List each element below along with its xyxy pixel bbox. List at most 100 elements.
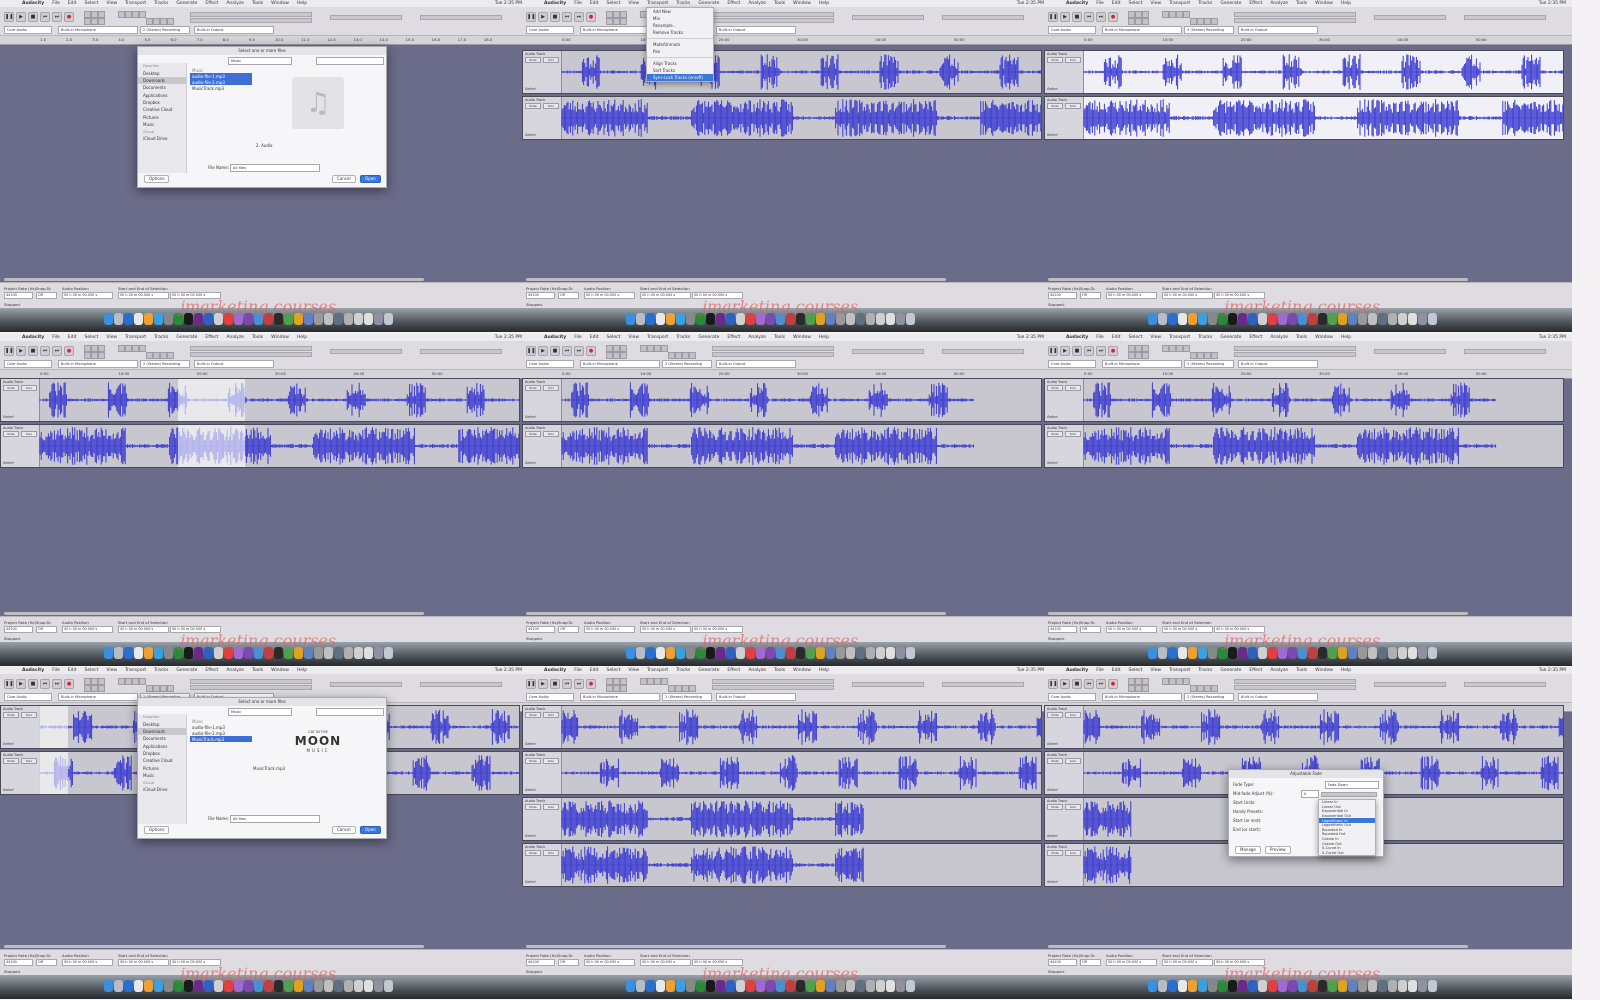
project-rate-select[interactable]: 44100 — [1048, 959, 1077, 966]
menu-view[interactable]: View — [628, 335, 639, 340]
tool-icon[interactable] — [1142, 352, 1149, 359]
menu-tracks[interactable]: Tracks — [676, 335, 690, 340]
app-dock-icon[interactable] — [1148, 980, 1157, 992]
menu-tools[interactable]: Tools — [252, 1, 263, 6]
sidebar-item-icloud[interactable]: iCloud Drive — [138, 786, 186, 793]
record-button[interactable]: ● — [64, 679, 74, 689]
horizontal-scrollbar[interactable] — [526, 945, 946, 948]
selection-start-field[interactable]: 00 h 00 m 00.000 s — [640, 959, 691, 966]
menu-generate[interactable]: Generate — [176, 668, 197, 673]
tool-icon[interactable] — [84, 345, 91, 352]
open-button[interactable]: Open — [360, 826, 381, 834]
tool-icon[interactable] — [98, 18, 105, 25]
folder-select[interactable]: Music — [228, 708, 292, 716]
app-dock-icon[interactable] — [636, 980, 645, 992]
menu-tools[interactable]: Tools — [252, 668, 263, 673]
waveform-area[interactable] — [561, 844, 1041, 886]
input-device-select[interactable]: Built-in Microphone — [1102, 360, 1182, 368]
edit-tool-icon[interactable] — [1204, 685, 1211, 692]
snap-select[interactable]: Off — [558, 626, 579, 633]
solo-button[interactable]: Solo — [543, 758, 559, 764]
edit-tool-icon[interactable] — [675, 685, 682, 692]
record-button[interactable]: ● — [1108, 679, 1118, 689]
skip-start-button[interactable]: ⏮ — [40, 346, 50, 356]
app-dock-icon[interactable] — [666, 647, 675, 659]
edit-tool-icon[interactable] — [153, 685, 160, 692]
channels-select[interactable]: 2 (Stereo) Recording — [1184, 360, 1234, 368]
edit-tool-icon[interactable] — [1204, 352, 1211, 359]
sidebar-item[interactable]: Documents — [138, 84, 186, 91]
tool-icon[interactable] — [91, 345, 98, 352]
edit-tool-icon[interactable] — [125, 11, 132, 18]
tool-icon[interactable] — [1135, 345, 1142, 352]
edit-tool-icon[interactable] — [640, 345, 647, 352]
menu-edit[interactable]: Edit — [590, 335, 599, 340]
edit-tool-icon[interactable] — [1169, 11, 1176, 18]
select-button[interactable]: Select — [525, 742, 555, 746]
edit-tool-icon[interactable] — [139, 678, 146, 685]
audio-position-field[interactable]: 00 h 00 m 00.000 s — [62, 292, 113, 299]
app-dock-icon[interactable] — [1388, 647, 1397, 659]
app-dock-icon[interactable] — [1408, 647, 1417, 659]
skip-start-button[interactable]: ⏮ — [562, 346, 572, 356]
menu-transport[interactable]: Transport — [125, 668, 146, 673]
app-dock-icon[interactable] — [154, 980, 163, 992]
tracks-menu-item[interactable]: Add New — [647, 8, 713, 15]
selected-region[interactable] — [178, 425, 246, 467]
menu-edit[interactable]: Edit — [1112, 335, 1121, 340]
tool-icon[interactable] — [84, 18, 91, 25]
edit-tool-icon[interactable] — [1183, 345, 1190, 352]
tool-icon[interactable] — [620, 345, 627, 352]
snap-select[interactable]: Off — [558, 959, 579, 966]
volume-slider[interactable] — [852, 15, 924, 20]
menu-select[interactable]: Select — [1129, 335, 1143, 340]
solo-button[interactable]: Solo — [1065, 57, 1081, 63]
menu-file[interactable]: File — [1096, 1, 1104, 6]
edit-tool-icon[interactable] — [132, 345, 139, 352]
track-control-panel[interactable]: Audio Track Mute Solo Select — [523, 752, 562, 794]
waveform[interactable] — [1083, 97, 1563, 139]
options-button[interactable]: Options — [144, 826, 170, 834]
track-control-panel[interactable]: Audio Track Mute Solo Select — [1045, 97, 1084, 139]
menu-tools[interactable]: Tools — [1296, 668, 1307, 673]
edit-tool-icon[interactable] — [160, 685, 167, 692]
input-device-select[interactable]: Built-in Microphone — [1102, 26, 1182, 34]
app-dock-icon[interactable] — [1418, 647, 1427, 659]
audio-host-select[interactable]: Core Audio — [526, 26, 574, 34]
tool-icon[interactable] — [1135, 685, 1142, 692]
tool-icon[interactable] — [1128, 345, 1135, 352]
menu-file[interactable]: File — [52, 1, 60, 6]
app-dock-icon[interactable] — [124, 647, 133, 659]
app-dock-icon[interactable] — [1408, 313, 1417, 325]
app-menu[interactable]: Audacity — [22, 335, 44, 340]
waveform[interactable] — [1083, 379, 1563, 421]
menu-generate[interactable]: Generate — [1220, 335, 1241, 340]
select-button[interactable]: Select — [3, 415, 33, 419]
sidebar-item[interactable]: Creative Cloud — [138, 106, 186, 113]
horizontal-scrollbar[interactable] — [1048, 945, 1468, 948]
app-dock-icon[interactable] — [1418, 313, 1427, 325]
edit-tool-icon[interactable] — [682, 685, 689, 692]
menu-transport[interactable]: Transport — [1169, 1, 1190, 6]
skip-start-button[interactable]: ⏮ — [1084, 12, 1094, 22]
app-dock-icon[interactable] — [686, 647, 695, 659]
snap-select[interactable]: Off — [1080, 292, 1101, 299]
waveform-area[interactable] — [561, 752, 1041, 794]
snap-select[interactable]: Off — [1080, 959, 1101, 966]
solo-button[interactable]: Solo — [543, 103, 559, 109]
app-dock-icon[interactable] — [1188, 313, 1197, 325]
tool-icon[interactable] — [1135, 678, 1142, 685]
waveform[interactable] — [561, 97, 1041, 139]
app-dock-icon[interactable] — [906, 647, 915, 659]
track-control-panel[interactable]: Audio Track Mute Solo Select — [1, 752, 40, 794]
tool-icon[interactable] — [84, 11, 91, 18]
selection-start-field[interactable]: 00 h 00 m 00.000 s — [118, 959, 169, 966]
mute-button[interactable]: Mute — [525, 385, 541, 391]
skip-end-button[interactable]: ⏭ — [574, 679, 584, 689]
edit-tool-icon[interactable] — [125, 678, 132, 685]
app-dock-icon[interactable] — [666, 313, 675, 325]
waveform[interactable] — [561, 798, 1041, 840]
edit-tool-icon[interactable] — [647, 345, 654, 352]
audio-position-field[interactable]: 00 h 00 m 00.000 s — [62, 959, 113, 966]
app-dock-icon[interactable] — [1388, 313, 1397, 325]
